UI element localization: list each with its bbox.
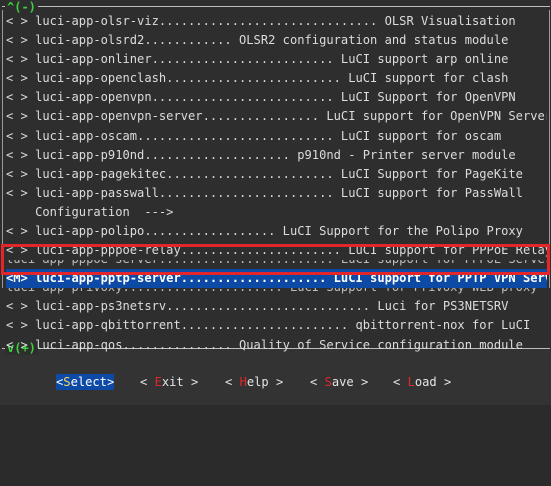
list-item[interactable]: < > luci-app-ps3netsrv..................… [6,297,547,316]
list-item[interactable]: < > luci-app-polipo.................. Lu… [6,222,547,241]
item-label: luci-app-privoxy...................... L… [6,288,538,294]
item-label: luci-app-ps3netsrv......................… [35,299,509,314]
item-mark: < > [6,224,28,239]
help-button[interactable]: < Help > [225,374,283,390]
item-label: luci-app-pppoe-server...................… [6,260,547,266]
list-item-partial: luci-app-pppoe-server...................… [6,260,547,269]
item-mark: < > [6,33,28,48]
item-label: luci-app-olsr-viz.......................… [35,14,516,28]
list-item[interactable]: < > luci-app-olsrd2............ OLSR2 co… [6,31,547,50]
list-border-left [2,10,3,288]
item-label: luci-app-openvpn........................… [35,90,516,105]
item-mark: < > [6,318,28,333]
item-mark: < > [6,71,28,86]
list-item[interactable]: < > luci-app-olsr-viz...................… [6,12,547,31]
list-item-selected[interactable]: <M> luci-app-pptp-server................… [6,269,547,289]
item-mark: < > [6,90,28,105]
item-mark: < > [6,243,28,258]
item-mark [6,205,28,219]
item-mark: < > [6,52,28,67]
item-label: luci-app-olsrd2............ OLSR2 config… [35,33,509,48]
list-item[interactable]: < > luci-app-pagekitec..................… [6,165,547,184]
item-label: luci-app-onliner........................… [35,52,509,67]
item-mark: <M> [6,271,28,286]
list-border-right [549,10,550,288]
list-item[interactable]: < > luci-app-oscam......................… [6,127,547,146]
item-label: luci-app-openvpn-server................ … [35,109,547,124]
list-item[interactable]: < > luci-app-openclash..................… [6,69,547,88]
list-item[interactable]: < > luci-app-qbittorrent................… [6,316,547,335]
list-item[interactable]: Configuration ---> [6,203,547,222]
item-mark: < > [6,299,28,314]
item-mark: < > [6,128,28,143]
item-label: luci-app-p910nd.................... p910… [35,147,516,162]
list-item[interactable]: < > luci-app-openvpn....................… [6,88,547,107]
item-label: luci-app-pptp-server....................… [35,271,547,286]
item-label: luci-app-qbittorrent....................… [35,318,531,333]
item-label: luci-app-pppoe-relay....................… [35,243,547,258]
load-button[interactable]: < Load > [393,374,451,390]
item-mark: < > [6,337,28,352]
item-mark: < > [6,14,28,28]
item-label: Configuration ---> [35,204,174,219]
select-button[interactable]: <Select> [56,374,115,390]
item-label: luci-app-openclash......................… [35,71,509,86]
item-label: luci-app-pagekitec......................… [35,166,523,181]
item-label: luci-app-oscam..........................… [35,128,502,143]
menu-list-panel: ^(-) v(+) < > luci-app-olsr-viz.........… [0,0,551,355]
menu-items: < > luci-app-olsr-viz...................… [6,12,547,355]
list-item[interactable]: < > luci-app-passwall...................… [6,184,547,203]
item-mark: < > [6,147,28,162]
item-label: luci-app-polipo.................. LuCI S… [35,224,523,239]
list-item[interactable]: < > luci-app-qos............... Quality … [6,336,547,355]
item-mark: < > [6,166,28,181]
list-item[interactable]: < > luci-app-p910nd.................... … [6,146,547,165]
item-label: luci-app-qos............... Quality of S… [35,337,523,352]
button-bar: <Select> < Exit > < Help > < Save > < Lo… [0,374,551,392]
save-button[interactable]: < Save > [310,374,368,390]
item-mark: < > [6,185,28,200]
item-mark: < > [6,109,28,124]
list-item[interactable]: < > luci-app-openvpn-server.............… [6,107,547,126]
list-item-partial: luci-app-privoxy...................... L… [6,288,547,297]
list-border-top [2,6,550,7]
list-item[interactable]: < > luci-app-pppoe-relay................… [6,241,547,260]
exit-button[interactable]: < Exit > [140,374,198,390]
menuconfig-window: ^(-) v(+) < > luci-app-olsr-viz.........… [0,0,551,405]
list-item[interactable]: < > luci-app-onliner....................… [6,50,547,69]
item-label: luci-app-passwall.......................… [35,185,523,200]
